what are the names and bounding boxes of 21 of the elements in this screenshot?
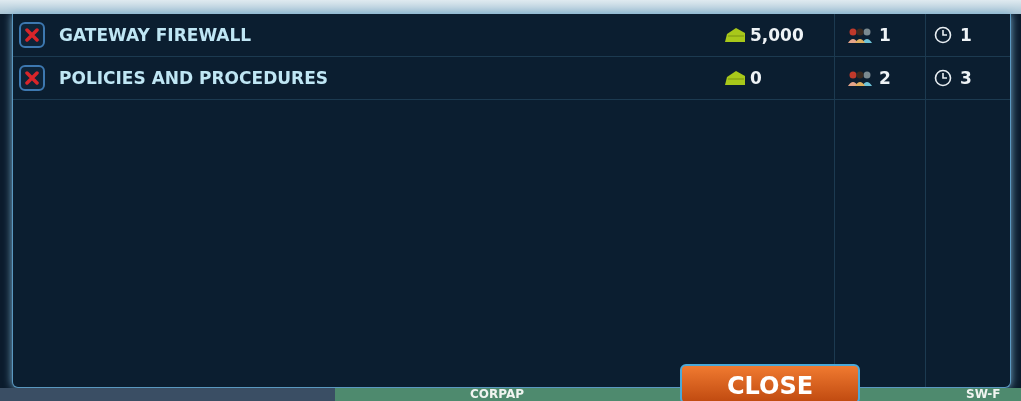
clock-icon bbox=[934, 26, 952, 44]
clock-icon bbox=[934, 69, 952, 87]
node-label: SW-F bbox=[966, 388, 1001, 401]
people-icon bbox=[847, 27, 873, 43]
cost-value: 5,000 bbox=[750, 25, 804, 45]
people-icon bbox=[847, 70, 873, 86]
remove-button[interactable] bbox=[19, 65, 45, 91]
time-value: 3 bbox=[960, 68, 972, 88]
node-label: CORPAP bbox=[470, 388, 525, 401]
cost-value: 0 bbox=[750, 68, 762, 88]
close-icon bbox=[25, 71, 39, 85]
remove-button[interactable] bbox=[19, 22, 45, 48]
staff-count: 1 bbox=[879, 25, 891, 45]
money-icon bbox=[724, 70, 746, 86]
money-icon bbox=[724, 27, 746, 43]
time-value: 1 bbox=[960, 25, 972, 45]
task-name: POLICIES AND PROCEDURES bbox=[59, 68, 329, 88]
staff-count: 2 bbox=[879, 68, 891, 88]
close-icon bbox=[25, 28, 39, 42]
close-button[interactable]: CLOSE bbox=[680, 364, 860, 401]
task-name: GATEWAY FIREWALL bbox=[59, 25, 253, 45]
